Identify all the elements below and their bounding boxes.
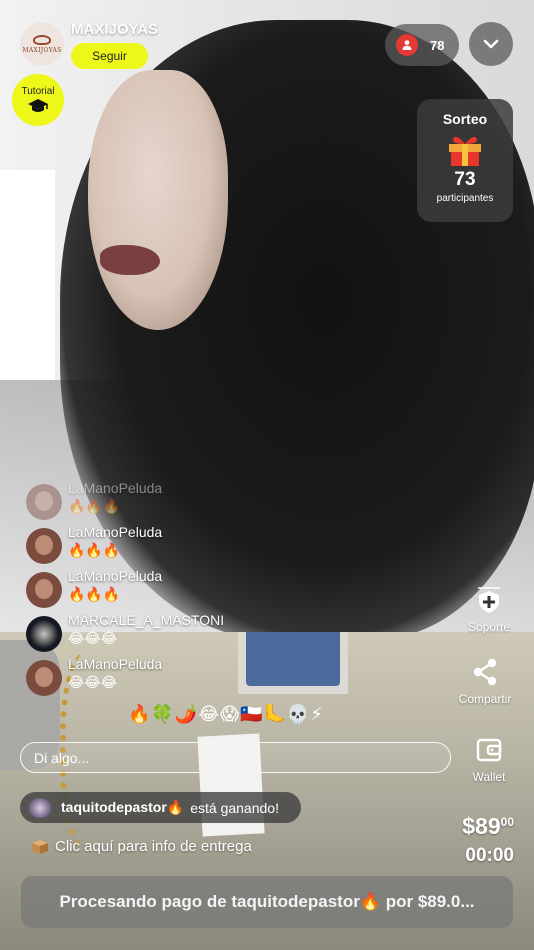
graduation-cap-icon xyxy=(28,98,48,112)
share-label: Compartir xyxy=(458,692,512,706)
live-viewers-dot xyxy=(396,34,418,56)
chat-username[interactable]: LaManoPeluda xyxy=(68,656,162,672)
share-icon xyxy=(473,658,497,686)
shop-avatar[interactable]: MAXIJOYAS xyxy=(20,22,64,66)
gift-icon xyxy=(449,136,481,166)
support-button[interactable]: Soporte xyxy=(449,586,529,634)
chat-text: 🔥🔥🔥 xyxy=(68,542,121,558)
package-icon xyxy=(32,839,48,854)
chat-username[interactable]: MÁRCALE_A_MASTONI xyxy=(68,612,224,628)
tutorial-label: Tutorial xyxy=(21,85,55,97)
chat-text: 🔥🔥🔥 xyxy=(68,586,121,602)
chat-message: LaManoPeluda 🔥🔥🔥 xyxy=(26,522,286,566)
chat-username[interactable]: LaManoPeluda xyxy=(68,524,162,540)
wallet-label: Wallet xyxy=(472,770,506,784)
shop-logo-text: MAXIJOYAS xyxy=(22,46,62,54)
delivery-info-text: Clic aquí para info de entrega xyxy=(55,838,252,855)
chat-text: 😂😂😂 xyxy=(68,674,118,690)
current-price: $8900 xyxy=(462,813,514,840)
chat-text: 🔥🔥🔥 xyxy=(68,498,121,514)
raffle-title: Sorteo xyxy=(442,111,488,127)
quick-emoji-bar[interactable]: 🔥🍀🌶️😂😱🇨🇱🦶💀⚡ xyxy=(128,704,324,730)
delivery-info-link[interactable]: Clic aquí para info de entrega xyxy=(31,838,252,855)
chat-message: LaManoPeluda 🔥🔥🔥 xyxy=(26,478,286,522)
follow-button[interactable]: Seguir xyxy=(71,43,148,69)
price-cents: 00 xyxy=(500,815,514,829)
chat-avatar[interactable] xyxy=(26,528,62,564)
wallet-button[interactable]: Wallet xyxy=(449,736,529,784)
tutorial-button[interactable]: Tutorial xyxy=(12,74,64,126)
shop-logo-icon xyxy=(33,34,51,45)
shop-name[interactable]: MAXIJOYAS xyxy=(71,21,158,38)
shield-plus-icon xyxy=(478,587,500,613)
chat-text: 😂😂😂 xyxy=(68,630,118,646)
chat-feed: LaManoPeluda 🔥🔥🔥 LaManoPeluda 🔥🔥🔥 LaMano… xyxy=(26,478,286,698)
share-button[interactable]: Compartir xyxy=(445,658,525,706)
chevron-down-icon xyxy=(483,39,499,49)
chat-avatar[interactable] xyxy=(26,572,62,608)
video-person-face xyxy=(88,70,228,330)
winning-bidder-banner: taquitodepastor🔥 está ganando! xyxy=(20,792,301,823)
video-person-mouth xyxy=(100,245,160,275)
collapse-button[interactable] xyxy=(469,22,513,66)
payment-status-bar: Procesando pago de taquitodepastor🔥 por … xyxy=(21,876,513,928)
chat-avatar[interactable] xyxy=(26,660,62,696)
winner-status: está ganando! xyxy=(190,799,279,816)
auction-timer: 00:00 xyxy=(465,845,514,866)
winner-avatar xyxy=(28,797,52,818)
chat-username[interactable]: LaManoPeluda xyxy=(68,568,162,584)
raffle-participants-label: participantes xyxy=(436,193,494,204)
chat-message: LaManoPeluda 🔥🔥🔥 xyxy=(26,566,286,610)
video-window xyxy=(0,170,55,380)
support-label: Soporte xyxy=(467,620,511,634)
viewer-count-badge[interactable]: 78 xyxy=(385,24,459,66)
chat-message: MÁRCALE_A_MASTONI 😂😂😂 xyxy=(26,610,286,654)
chat-username[interactable]: LaManoPeluda xyxy=(68,480,162,496)
chat-avatar[interactable] xyxy=(26,484,62,520)
chat-input[interactable]: Di algo... xyxy=(20,742,451,773)
chat-avatar[interactable] xyxy=(26,616,62,652)
viewer-count: 78 xyxy=(430,37,445,53)
winner-name[interactable]: taquitodepastor🔥 xyxy=(61,799,184,816)
person-icon xyxy=(402,40,412,50)
price-amount: $89 xyxy=(462,813,501,839)
wallet-icon xyxy=(476,738,502,762)
raffle-card[interactable]: Sorteo 73 participantes xyxy=(417,99,513,222)
chat-message: LaManoPeluda 😂😂😂 xyxy=(26,654,286,698)
raffle-participant-count: 73 xyxy=(454,169,476,190)
